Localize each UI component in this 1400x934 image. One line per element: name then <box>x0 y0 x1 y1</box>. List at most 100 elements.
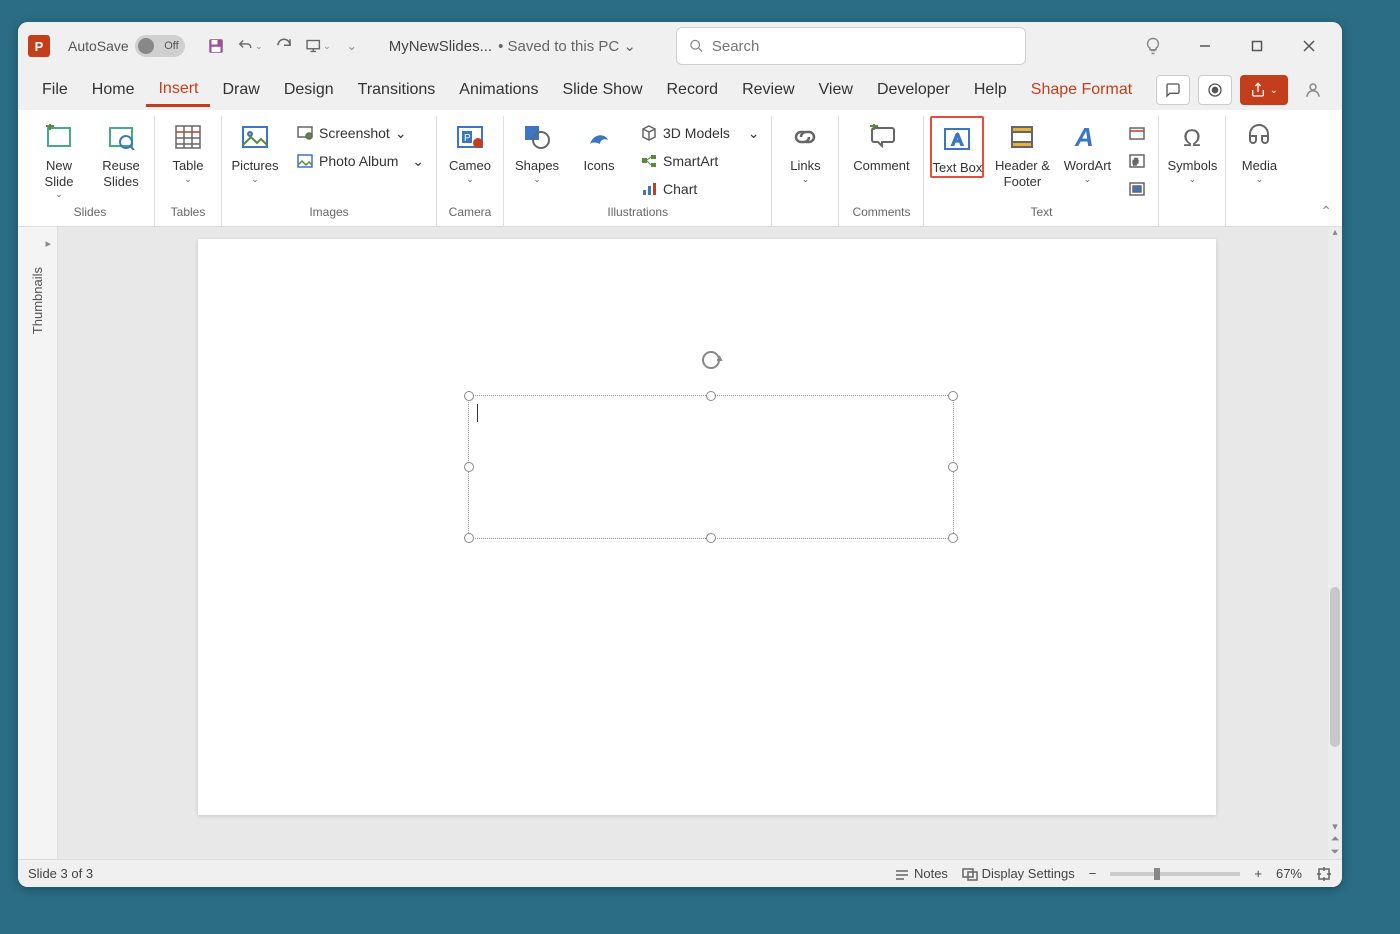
title-bar: P AutoSave Off ⌄ ⌄ ⌄ MyNewSlides... • Sa… <box>18 22 1342 70</box>
customize-qat-button[interactable]: ⌄ <box>339 33 365 59</box>
reuse-slides-button[interactable]: Reuse Slides <box>94 116 148 189</box>
screenshot-button[interactable]: Screenshot ⌄ <box>290 120 430 146</box>
close-button[interactable] <box>1286 26 1332 66</box>
tab-help[interactable]: Help <box>962 75 1019 105</box>
tab-file[interactable]: File <box>30 75 80 105</box>
tab-insert[interactable]: Insert <box>146 74 210 107</box>
slide-number-button[interactable]: # <box>1122 148 1152 174</box>
text-cursor <box>477 404 478 422</box>
thumbnails-panel[interactable]: ▸ Thumbnails <box>18 227 58 859</box>
prev-slide-icon[interactable]: ⏶ <box>1331 833 1340 846</box>
smartart-button[interactable]: SmartArt <box>634 148 765 174</box>
slide-canvas-area[interactable]: ▴ ▾ ⏶ ⏷ <box>58 227 1342 859</box>
new-slide-button[interactable]: New Slide⌄ <box>32 116 86 200</box>
ribbon-tabs: File Home Insert Draw Design Transitions… <box>18 70 1342 110</box>
table-button[interactable]: Table⌄ <box>161 116 215 184</box>
thumbnails-label: Thumbnails <box>30 267 45 334</box>
present-from-beginning-button[interactable]: ⌄ <box>305 33 331 59</box>
maximize-button[interactable] <box>1234 26 1280 66</box>
photo-album-button[interactable]: Photo Album ⌄ <box>290 148 430 174</box>
zoom-slider[interactable] <box>1110 872 1240 876</box>
minimize-button[interactable] <box>1182 26 1228 66</box>
camera-record-button[interactable] <box>1198 75 1232 105</box>
tab-draw[interactable]: Draw <box>210 75 271 105</box>
share-button[interactable]: ⌄ <box>1240 75 1288 105</box>
shapes-button[interactable]: Shapes⌄ <box>510 116 564 184</box>
tab-slide-show[interactable]: Slide Show <box>550 75 654 105</box>
object-button[interactable] <box>1122 176 1152 202</box>
tab-transitions[interactable]: Transitions <box>346 75 448 105</box>
comment-button[interactable]: Comment <box>845 116 917 174</box>
resize-handle-se[interactable] <box>948 533 958 543</box>
ribbon-group-text: A Text Box Header & Footer A WordArt⌄ # … <box>924 116 1159 226</box>
resize-handle-sw[interactable] <box>464 533 474 543</box>
search-input[interactable] <box>712 38 1013 55</box>
fit-to-window-button[interactable] <box>1316 866 1332 882</box>
account-button[interactable] <box>1296 75 1330 105</box>
slide-counter[interactable]: Slide 3 of 3 <box>28 866 93 881</box>
zoom-out-button[interactable]: − <box>1089 866 1097 881</box>
collapse-ribbon-button[interactable]: ⌃ <box>1320 203 1332 220</box>
zoom-level[interactable]: 67% <box>1276 866 1302 881</box>
wordart-button[interactable]: A WordArt⌄ <box>1060 116 1114 184</box>
undo-button[interactable]: ⌄ <box>237 33 263 59</box>
links-button[interactable]: Links⌄ <box>778 116 832 184</box>
ribbon-group-comments: Comment Comments <box>839 116 924 226</box>
header-footer-button[interactable]: Header & Footer <box>992 116 1052 189</box>
app-icon: P <box>28 35 50 57</box>
resize-handle-n[interactable] <box>706 391 716 401</box>
scroll-up-icon[interactable]: ▴ <box>1328 227 1342 241</box>
scroll-down-icon[interactable]: ▾ <box>1332 820 1338 833</box>
resize-handle-w[interactable] <box>464 462 474 472</box>
saved-status[interactable]: • Saved to this PC ⌄ <box>498 37 636 55</box>
text-box-shape[interactable] <box>468 395 954 539</box>
pictures-button[interactable]: Pictures⌄ <box>228 116 282 184</box>
tab-developer[interactable]: Developer <box>865 75 962 105</box>
ribbon-group-symbols: Ω Symbols⌄ <box>1159 116 1226 226</box>
vertical-scrollbar[interactable]: ▴ ▾ ⏶ ⏷ <box>1328 227 1342 859</box>
svg-text:P: P <box>464 133 471 144</box>
svg-text:#: # <box>1133 157 1138 167</box>
zoom-in-button[interactable]: + <box>1254 866 1262 881</box>
search-box[interactable] <box>676 27 1026 65</box>
next-slide-icon[interactable]: ⏷ <box>1331 846 1340 859</box>
tab-animations[interactable]: Animations <box>447 75 550 105</box>
tab-view[interactable]: View <box>807 75 865 105</box>
resize-handle-nw[interactable] <box>464 391 474 401</box>
icons-button[interactable]: Icons <box>572 116 626 174</box>
rotate-handle-icon[interactable] <box>699 348 723 372</box>
ribbon-group-links: Links⌄ <box>772 116 839 226</box>
resize-handle-ne[interactable] <box>948 391 958 401</box>
tab-shape-format[interactable]: Shape Format <box>1019 75 1144 105</box>
chart-button[interactable]: Chart <box>634 176 765 202</box>
tab-review[interactable]: Review <box>730 75 806 105</box>
text-box-button[interactable]: A Text Box <box>930 116 984 178</box>
redo-button[interactable] <box>271 33 297 59</box>
save-button[interactable] <box>203 33 229 59</box>
resize-handle-e[interactable] <box>948 462 958 472</box>
scroll-thumb[interactable] <box>1330 587 1340 747</box>
3d-models-button[interactable]: 3D Models ⌄ <box>634 120 765 146</box>
tab-home[interactable]: Home <box>80 75 147 105</box>
media-button[interactable]: Media⌄ <box>1232 116 1286 184</box>
resize-handle-s[interactable] <box>706 533 716 543</box>
ribbon: New Slide⌄ Reuse Slides Slides Table⌄ Ta… <box>18 110 1342 227</box>
autosave-toggle[interactable]: Off <box>135 35 185 57</box>
document-filename[interactable]: MyNewSlides... <box>389 38 492 55</box>
tab-design[interactable]: Design <box>272 75 346 105</box>
ribbon-group-media: Media⌄ <box>1226 116 1292 226</box>
tab-record[interactable]: Record <box>655 75 731 105</box>
notes-button[interactable]: Notes <box>894 866 948 882</box>
cameo-button[interactable]: P Cameo⌄ <box>443 116 497 184</box>
ribbon-group-camera: P Cameo⌄ Camera <box>437 116 504 226</box>
date-time-button[interactable] <box>1122 120 1152 146</box>
svg-text:A: A <box>952 132 963 149</box>
coming-soon-icon[interactable] <box>1130 26 1176 66</box>
autosave-label: AutoSave <box>68 38 129 54</box>
expand-thumbnails-icon[interactable]: ▸ <box>45 237 51 250</box>
display-settings-button[interactable]: Display Settings <box>962 866 1075 882</box>
work-area: ▸ Thumbnails <box>18 227 1342 859</box>
symbols-button[interactable]: Ω Symbols⌄ <box>1165 116 1219 184</box>
comments-pane-button[interactable] <box>1156 75 1190 105</box>
slide[interactable] <box>198 239 1216 815</box>
